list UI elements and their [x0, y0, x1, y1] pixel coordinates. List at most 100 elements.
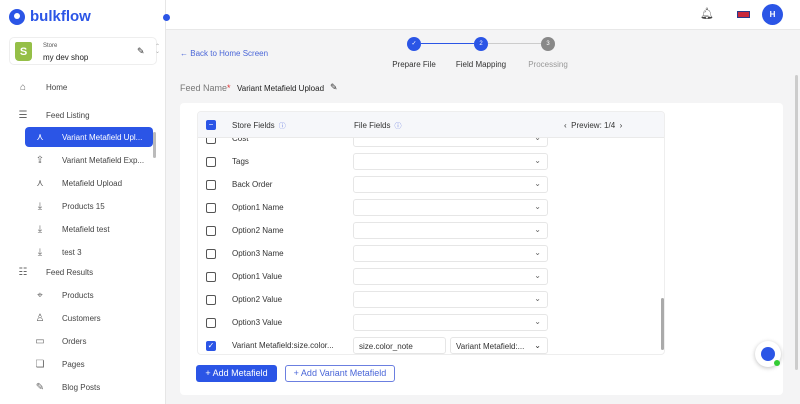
info-icon[interactable]: ⓘ — [279, 123, 286, 130]
chevron-down-icon: ⌄ — [534, 294, 541, 303]
sidebar-item-label: Blog Posts — [62, 382, 101, 392]
store-field: Back Order — [232, 180, 273, 189]
sidebar-item-feed-results[interactable]: ☷ Feed Results — [0, 262, 160, 282]
file-field-select[interactable]: ⌄ — [353, 314, 548, 331]
sidebar-item-label: test 3 — [62, 247, 82, 257]
sidebar-item-test-3[interactable]: ⤓ test 3 — [0, 242, 160, 262]
upload-icon: ⋏ — [36, 177, 44, 189]
sidebar-item-label: Feed Results — [46, 267, 94, 277]
sidebar-scrollbar[interactable] — [153, 132, 156, 158]
back-link[interactable]: ← Back to Home Screen — [180, 49, 268, 58]
file-fields-label: File Fields — [354, 121, 391, 130]
file-field-select[interactable]: ⌄ — [353, 245, 548, 262]
file-field-select[interactable]: ⌄ — [353, 291, 548, 308]
table-row: Option1 Value ⌄ — [198, 265, 664, 288]
pencil-icon[interactable]: ✎ — [137, 46, 145, 57]
download-icon: ⤓ — [37, 200, 43, 212]
add-variant-metafield-button[interactable]: + Add Variant Metafield — [285, 365, 395, 382]
table-header: − Store Fields ⓘ File Fields ⓘ ‹ Preview: … — [198, 112, 664, 138]
row-checkbox[interactable] — [206, 249, 216, 259]
file-field-select[interactable]: ⌄ — [353, 176, 548, 193]
table-row: Tags ⌄ — [198, 150, 664, 173]
step-3-indicator: 3 — [541, 37, 555, 51]
avatar[interactable]: H — [762, 4, 783, 25]
table-row: Option2 Name ⌄ — [198, 219, 664, 242]
store-field: Tags — [232, 157, 249, 166]
table-scrollbar[interactable] — [661, 298, 664, 350]
row-checkbox[interactable] — [206, 226, 216, 236]
sidebar-item-variant-metafield-upl[interactable]: ⋏ Variant Metafield Upl... — [25, 127, 153, 147]
row-checkbox[interactable] — [206, 157, 216, 167]
sidebar-item-products[interactable]: ⌖ Products — [0, 285, 160, 305]
sidebar-item-feed-listing[interactable]: ☰ Feed Listing — [0, 105, 160, 125]
row-checkbox[interactable] — [206, 272, 216, 282]
chevron-down-icon: ⌄ — [534, 202, 541, 211]
metafield-type-select[interactable]: Variant Metafield:... ⌄ — [450, 337, 548, 354]
store-name: my dev shop — [43, 53, 89, 62]
store-field: Option2 Value — [232, 295, 283, 304]
shopify-icon: S — [15, 42, 32, 61]
file-field-select[interactable]: ⌄ — [353, 199, 548, 216]
collapse-sidebar-button[interactable] — [163, 14, 170, 21]
sidebar-item-label: Products — [62, 290, 94, 300]
sidebar-item-orders[interactable]: ▭ Orders — [0, 331, 160, 351]
step-connector — [488, 43, 541, 44]
step-2-indicator: 2 — [474, 37, 488, 51]
select-all-checkbox[interactable]: − — [206, 120, 216, 130]
logo[interactable]: bulkflow — [9, 8, 91, 25]
row-checkbox[interactable]: ✓ — [206, 341, 216, 351]
sidebar-item-label: Customers — [62, 313, 101, 323]
sidebar-item-home[interactable]: ⌂ Home — [0, 77, 160, 97]
sidebar-item-label: Metafield test — [62, 224, 110, 234]
bell-icon[interactable]: 🔔︎ — [700, 7, 714, 20]
sidebar-item-blog-posts[interactable]: ✎ Blog Posts — [0, 377, 160, 397]
row-checkbox[interactable] — [206, 180, 216, 190]
home-icon: ⌂ — [19, 81, 27, 93]
table-row: ✓ Variant Metafield:size.color... size.c… — [198, 334, 664, 354]
download-icon: ⤓ — [37, 246, 43, 258]
page-scrollbar[interactable] — [795, 75, 798, 370]
info-icon[interactable]: ⓘ — [394, 123, 401, 130]
sidebar-item-label: Home — [46, 82, 68, 92]
feed-name-value: Variant Metafield Upload — [237, 84, 325, 93]
chevron-left-icon[interactable]: ‹ — [564, 121, 567, 130]
chevron-updown-icon[interactable]: ⌃ ⌄ — [155, 44, 160, 55]
store-field: Variant Metafield:size.color... — [232, 341, 334, 350]
back-label: Back to Home Screen — [190, 49, 269, 58]
preview-label: Preview: 1/4 — [571, 121, 616, 130]
language-flag-icon[interactable] — [737, 11, 750, 18]
sidebar-item-metafield-test[interactable]: ⤓ Metafield test — [0, 219, 160, 239]
chat-widget-button[interactable] — [755, 341, 781, 367]
file-fields-header: File Fields ⓘ — [354, 121, 401, 131]
chevron-right-icon[interactable]: › — [620, 121, 623, 130]
add-metafield-button[interactable]: + Add Metafield — [196, 365, 277, 382]
chevron-down-icon: ⌄ — [534, 317, 541, 326]
row-checkbox[interactable] — [206, 295, 216, 305]
sidebar-item-pages[interactable]: ❏ Pages — [0, 354, 160, 374]
preview-nav: ‹ Preview: 1/4 › — [564, 121, 622, 130]
table-row: Option3 Name ⌄ — [198, 242, 664, 265]
sidebar-item-products-15[interactable]: ⤓ Products 15 — [0, 196, 160, 216]
sidebar-item-customers[interactable]: ♙ Customers — [0, 308, 160, 328]
file-field-select[interactable]: ⌄ — [353, 153, 548, 170]
chevron-down-icon: ⌄ — [534, 179, 541, 188]
store-selector[interactable]: S Store my dev shop ✎ ⌃ ⌄ — [9, 37, 160, 65]
store-field: Option3 Value — [232, 318, 283, 327]
table-row: Option2 Value ⌄ — [198, 288, 664, 311]
database-icon: ☷ — [18, 266, 28, 278]
export-icon: ⇪ — [35, 154, 45, 166]
file-field-select[interactable]: ⌄ — [353, 222, 548, 239]
sidebar-item-variant-metafield-exp[interactable]: ⇪ Variant Metafield Exp... — [0, 150, 160, 170]
upload-icon: ⋏ — [36, 131, 44, 143]
table-row: Option3 Value ⌄ — [198, 311, 664, 334]
file-field-select[interactable]: ⌄ — [353, 268, 548, 285]
store-field: Option3 Name — [232, 249, 284, 258]
metafield-key-input[interactable]: size.color_note — [353, 337, 446, 354]
sidebar-item-metafield-upload[interactable]: ⋏ Metafield Upload — [0, 173, 160, 193]
row-checkbox[interactable] — [206, 318, 216, 328]
edit-feed-name-icon[interactable]: ✎ — [330, 82, 338, 93]
row-checkbox[interactable] — [206, 203, 216, 213]
brand-name: bulkflow — [30, 8, 91, 25]
feed-name-label: Feed Name* — [180, 83, 231, 93]
pages-icon: ❏ — [35, 358, 45, 370]
